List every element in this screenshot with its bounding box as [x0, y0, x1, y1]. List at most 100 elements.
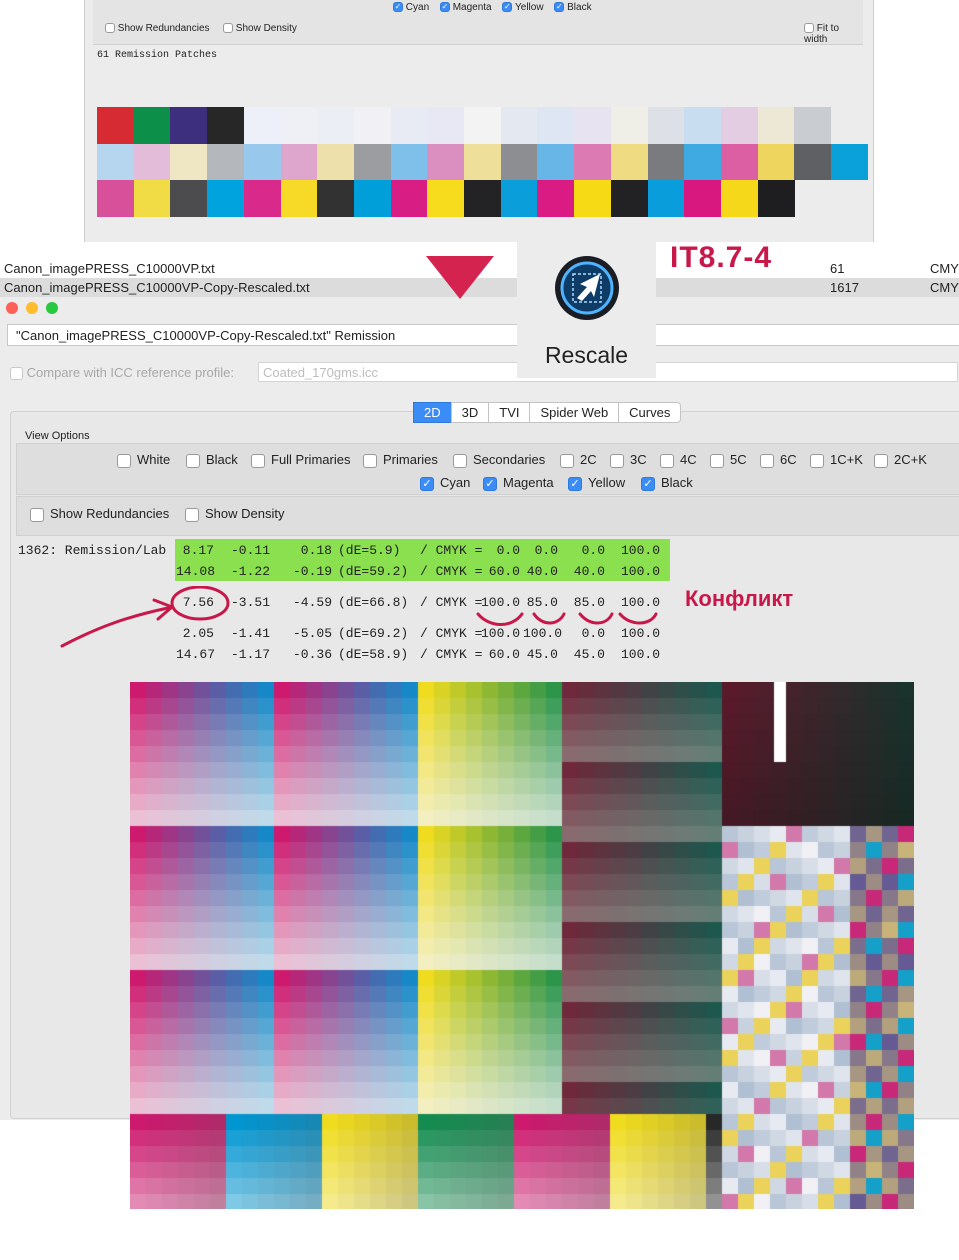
tab-2d[interactable]: 2D — [413, 402, 452, 423]
color-patch — [170, 143, 208, 180]
show-redundancies-label: Show Redundancies — [50, 506, 170, 521]
top-yellow-checkbox[interactable]: ✓ Yellow — [502, 2, 544, 13]
lab-cell-c: 60.0 — [488, 564, 520, 579]
record-label: 1362: Remission/Lab — [18, 543, 167, 558]
color-patch — [757, 107, 795, 144]
check-icon: ✓ — [641, 476, 655, 491]
rescale-badge[interactable]: Rescale — [517, 240, 656, 378]
conflict-label: Конфликт — [685, 586, 794, 611]
option-4c[interactable]: 4C — [660, 452, 697, 468]
option-label: 3C — [630, 452, 647, 467]
color-patch — [317, 143, 355, 180]
color-patch — [317, 107, 355, 144]
color-patch — [610, 143, 648, 180]
top-magenta-label: Magenta — [452, 2, 492, 13]
lab-cell-k: 100.0 — [620, 564, 660, 579]
color-patch — [720, 107, 758, 144]
top-magenta-checkbox[interactable]: ✓ Magenta — [439, 2, 492, 13]
compare-icc-checkbox[interactable]: Compare with ICC reference profile: — [10, 365, 234, 381]
color-patch — [794, 143, 832, 180]
option-label: Full Primaries — [271, 452, 351, 467]
show-density-checkbox[interactable]: Show Density — [185, 506, 284, 522]
option-black[interactable]: Black — [186, 452, 238, 468]
color-patch — [170, 107, 208, 144]
option-5c[interactable]: 5C — [710, 452, 747, 468]
rescale-arrow-icon — [555, 256, 619, 320]
option-2c[interactable]: 2C — [560, 452, 597, 468]
minimize-window-button[interactable] — [26, 302, 38, 314]
show-redundancies-checkbox[interactable]: Show Redundancies — [30, 506, 169, 522]
file-count: 61 — [830, 261, 845, 276]
color-patch — [537, 180, 575, 217]
checkbox-box — [560, 453, 574, 468]
color-patch — [537, 143, 575, 180]
option-1c-k[interactable]: 1C+K — [810, 452, 863, 468]
option-6c[interactable]: 6C — [760, 452, 797, 468]
top-cyan-label: Cyan — [405, 2, 430, 13]
channel-cyan-checkbox[interactable]: ✓ Cyan — [420, 475, 470, 491]
option-primaries[interactable]: Primaries — [363, 452, 438, 468]
checkbox-box — [30, 507, 44, 522]
zoom-window-button[interactable] — [46, 302, 58, 314]
color-patch — [684, 143, 722, 180]
color-patch — [574, 143, 612, 180]
patch-count-label: 61 Remission Patches — [97, 50, 218, 61]
top-fit-to-width[interactable]: Fit to width — [804, 23, 863, 45]
file-count: 1617 — [830, 280, 859, 295]
option-label: 6C — [780, 452, 797, 467]
close-window-button[interactable] — [6, 302, 18, 314]
top-yellow-label: Yellow — [515, 2, 544, 13]
tab-tvi[interactable]: TVI — [488, 402, 531, 423]
checkbox-box — [223, 23, 233, 34]
top-show-redundancies[interactable]: Show Redundancies — [105, 23, 210, 34]
top-show-density-label: Show Density — [235, 23, 297, 34]
rescale-label: Rescale — [544, 342, 629, 368]
channel-magenta-checkbox[interactable]: ✓ Magenta — [483, 475, 554, 491]
tab-curves[interactable]: Curves — [618, 402, 682, 423]
color-patch — [353, 180, 391, 217]
it8-label: IT8.7-4 — [670, 241, 773, 274]
lab-cell-b: 0.18 — [300, 543, 332, 558]
top-patch-grid — [97, 107, 868, 217]
checkbox-box — [185, 507, 199, 522]
option-label: Primaries — [383, 452, 438, 467]
option-label: 4C — [680, 452, 697, 467]
lab-cell-dE: (dE=59.2) — [338, 564, 409, 579]
option-secondaries[interactable]: Secondaries — [453, 452, 545, 468]
color-patch — [280, 143, 318, 180]
option-label: Black — [661, 475, 693, 490]
color-patch — [97, 143, 134, 180]
check-icon: ✓ — [568, 476, 582, 491]
file-name: Canon_imagePRESS_C10000VP.txt — [4, 261, 215, 276]
lab-cell-L: 14.08 — [176, 564, 216, 579]
option-3c[interactable]: 3C — [610, 452, 647, 468]
lab-cell-c: 0.0 — [496, 543, 520, 558]
option-label: Secondaries — [473, 452, 546, 467]
lab-cell-L: 8.17 — [182, 543, 214, 558]
checkbox-box — [251, 453, 265, 468]
top-cyan-checkbox[interactable]: ✓ Cyan — [393, 2, 429, 13]
checkbox-box — [453, 453, 467, 468]
option-white[interactable]: White — [117, 452, 170, 468]
tab-3d[interactable]: 3D — [450, 402, 490, 423]
option-2c-k[interactable]: 2C+K — [874, 452, 927, 468]
file-mode: CMY — [930, 261, 959, 276]
color-patch — [647, 107, 685, 144]
top-show-density[interactable]: Show Density — [223, 23, 297, 34]
channel-yellow-checkbox[interactable]: ✓ Yellow — [568, 475, 625, 491]
color-patch — [537, 107, 575, 144]
color-patch — [427, 143, 465, 180]
channel-black-checkbox[interactable]: ✓ Black — [641, 475, 693, 491]
patch-mosaic — [130, 682, 914, 1209]
lab-cell-y: 0.0 — [581, 543, 605, 558]
color-patch — [500, 107, 538, 144]
color-patch — [757, 143, 795, 180]
option-label: Magenta — [503, 475, 554, 490]
color-patch — [133, 180, 171, 217]
checkbox-box — [117, 453, 131, 468]
top-channel-row: ✓ Cyan ✓ Magenta ✓ Yellow ✓ Black — [393, 2, 592, 13]
option-full-primaries[interactable]: Full Primaries — [251, 452, 350, 468]
tab-spider-web[interactable]: Spider Web — [529, 402, 620, 423]
checkbox-box — [186, 453, 200, 468]
top-black-checkbox[interactable]: ✓ Black — [554, 2, 592, 13]
